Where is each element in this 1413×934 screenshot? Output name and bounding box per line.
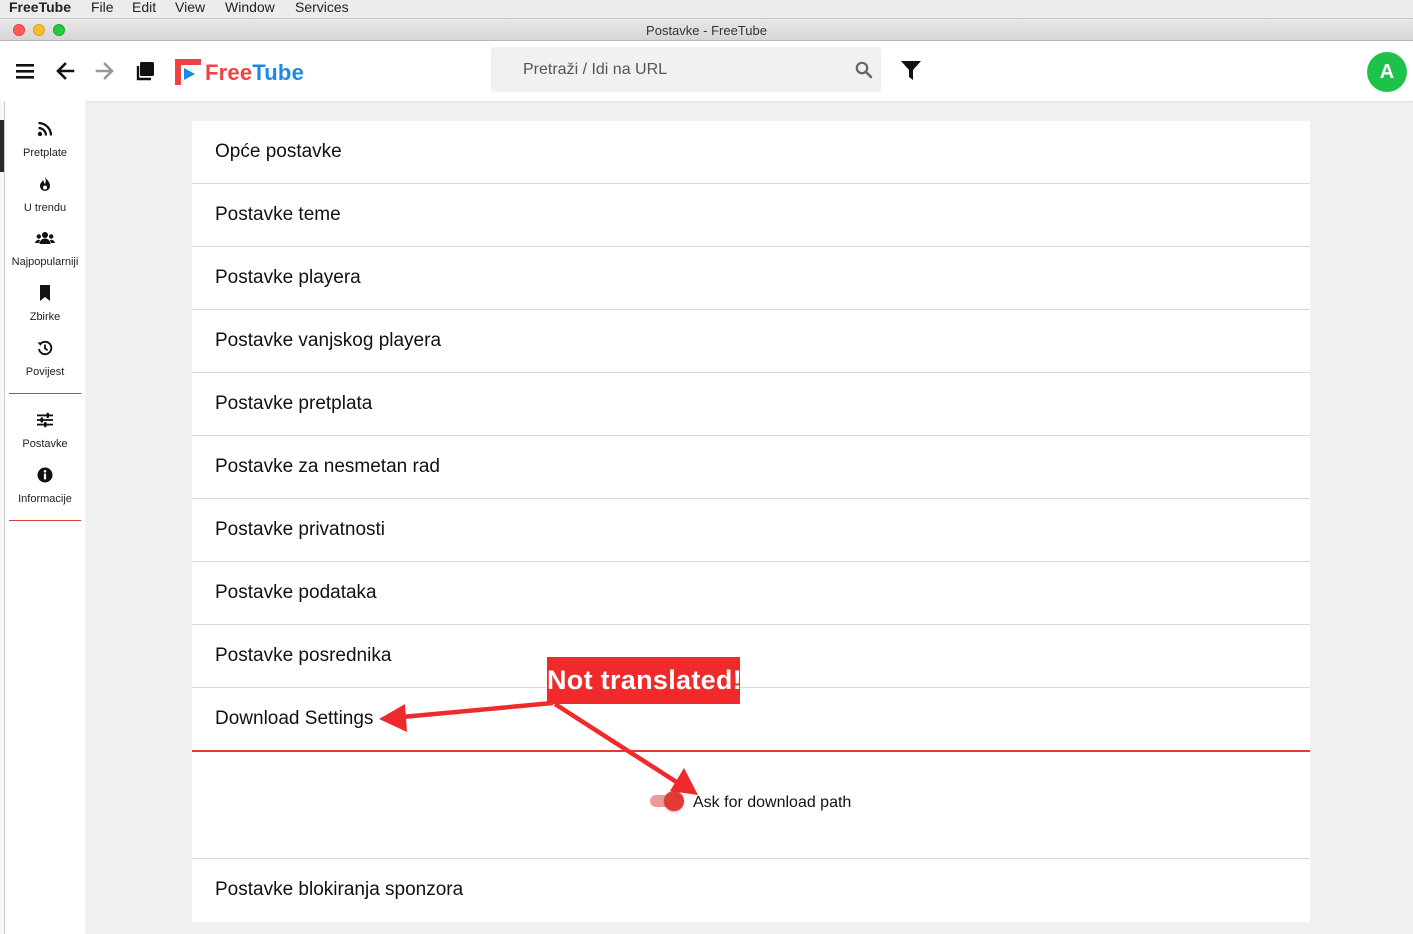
top-nav: FreeTube A (0, 41, 1413, 101)
settings-section-privacy[interactable]: Postavke privatnosti (192, 499, 1310, 562)
sidebar-item-popular[interactable]: Najpopularniji (5, 230, 85, 285)
sidebar-label: Pretplate (22, 147, 68, 159)
sidebar-label: Najpopularniji (11, 256, 79, 268)
menu-file[interactable]: File (91, 0, 114, 15)
section-title: Postavke playera (215, 267, 361, 288)
filter-icon[interactable] (901, 61, 921, 81)
settings-section-subscriptions[interactable]: Postavke pretplata (192, 373, 1310, 436)
section-title: Postavke privatnosti (215, 519, 386, 540)
logo-text-free: Free (205, 60, 253, 85)
sliders-icon (37, 412, 53, 428)
settings-section-download[interactable]: Download Settings (192, 688, 1310, 752)
section-title: Postavke vanjskog playera (215, 330, 442, 351)
sidebar-item-settings[interactable]: Postavke (5, 412, 85, 467)
new-window-icon[interactable] (135, 61, 155, 81)
search-icon[interactable] (855, 61, 873, 79)
settings-section-theme[interactable]: Postavke teme (192, 184, 1310, 247)
users-icon (35, 232, 55, 244)
profile-avatar[interactable]: A (1367, 52, 1407, 92)
history-icon (37, 340, 53, 356)
sidebar-divider (9, 393, 81, 394)
ask-download-path-toggle[interactable] (650, 791, 684, 811)
sidebar-item-subscriptions[interactable]: Pretplate (5, 121, 85, 176)
settings-section-player[interactable]: Postavke playera (192, 247, 1310, 310)
menu-view[interactable]: View (175, 0, 205, 15)
menu-window[interactable]: Window (225, 0, 275, 15)
menu-app-name[interactable]: FreeTube (9, 0, 71, 15)
back-arrow-icon[interactable] (55, 62, 75, 80)
window-title-bar: Postavke - FreeTube (0, 18, 1413, 41)
forward-arrow-icon[interactable] (95, 62, 115, 80)
sidebar-item-playlists[interactable]: Zbirke (5, 285, 85, 340)
sidebar-label: Zbirke (29, 311, 61, 323)
settings-section-proxy[interactable]: Postavke posrednika (192, 625, 1310, 688)
sidebar-label: U trendu (23, 202, 67, 214)
window-edge-marker (0, 120, 4, 172)
section-title: Postavke podataka (215, 582, 377, 603)
fire-icon (40, 177, 50, 191)
sidebar-divider (9, 520, 81, 521)
logo-text-tube: Tube (252, 60, 304, 85)
freetube-logo-icon (175, 59, 201, 85)
section-title: Postavke teme (215, 204, 341, 225)
search-bar (491, 47, 881, 92)
settings-section-sponsorblock[interactable]: Postavke blokiranja sponzora (192, 859, 1310, 922)
sidebar-item-history[interactable]: Povijest (5, 340, 85, 395)
section-title: Postavke za nesmetan rad (215, 456, 440, 477)
sidebar-item-about[interactable]: Informacije (5, 467, 85, 522)
menu-bar: FreeTube File Edit View Window Services (0, 0, 1413, 18)
rss-icon (37, 121, 53, 137)
side-nav: Pretplate U trendu Najpopularniji Zbirke (5, 101, 85, 934)
section-title: Opće postavke (215, 141, 342, 162)
settings-list: Opće postavke Postavke teme Postavke pla… (192, 121, 1310, 922)
window-title: Postavke - FreeTube (646, 23, 767, 38)
ask-download-path-label[interactable]: Ask for download path (693, 794, 851, 812)
hamburger-menu-icon[interactable] (16, 63, 35, 79)
search-input[interactable] (491, 47, 851, 92)
sidebar-label: Postavke (22, 438, 68, 450)
section-title: Postavke pretplata (215, 393, 373, 414)
settings-section-distraction-free[interactable]: Postavke za nesmetan rad (192, 436, 1310, 499)
menu-edit[interactable]: Edit (132, 0, 156, 15)
sidebar-item-trending[interactable]: U trendu (5, 176, 85, 231)
toggle-thumb (664, 791, 684, 811)
sidebar-label: Informacije (18, 493, 72, 505)
settings-section-external-player[interactable]: Postavke vanjskog playera (192, 310, 1310, 373)
bookmark-icon (40, 285, 50, 301)
section-title: Postavke blokiranja sponzora (215, 879, 464, 900)
settings-section-data[interactable]: Postavke podataka (192, 562, 1310, 625)
sidebar-label: Povijest (25, 366, 65, 378)
menu-services[interactable]: Services (295, 0, 349, 15)
download-settings-body: Ask for download path (192, 752, 1310, 859)
section-title: Download Settings (215, 708, 374, 729)
annotation-label: Not translated! (547, 657, 742, 704)
section-title: Postavke posrednika (215, 645, 392, 666)
info-icon (37, 467, 53, 483)
settings-section-general[interactable]: Opće postavke (192, 121, 1310, 184)
